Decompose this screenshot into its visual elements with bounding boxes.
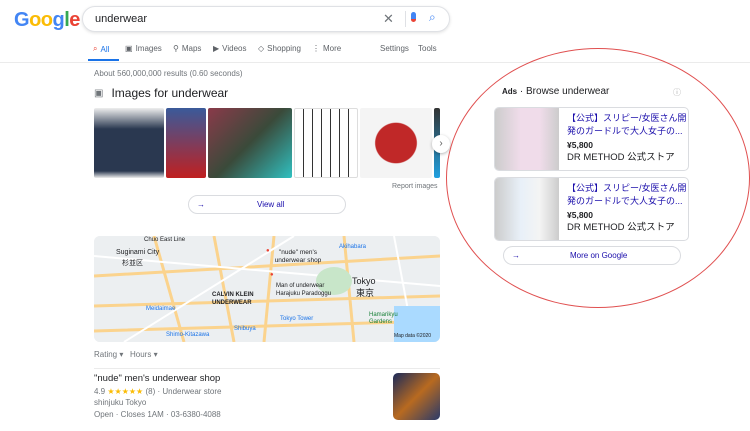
map-label: 東京	[356, 288, 375, 298]
tab-videos[interactable]: ▶ Videos	[213, 44, 246, 53]
search-box[interactable]: underwear ✕ ⌕	[82, 6, 450, 32]
tab-label: Shopping	[267, 44, 301, 53]
place-hours: Open · Closes 1AM · 03-6380-4088	[94, 409, 221, 419]
ads-heading: Ads · Browse underwear	[502, 86, 610, 97]
map[interactable]: Chuo East Line Suginami City 杉並区 "nude" …	[94, 236, 440, 342]
map-label: Shibuya	[234, 326, 256, 332]
place-category: Underwear store	[162, 386, 222, 396]
tab-label: All	[100, 44, 110, 54]
star-rating: ★★★★★	[107, 386, 144, 396]
more-label: More on Google	[570, 251, 628, 260]
tools-link[interactable]: Tools	[418, 44, 437, 53]
tab-more[interactable]: ⋮ More	[312, 44, 341, 53]
place-name[interactable]: "nude" men's underwear shop	[94, 373, 221, 385]
tag-icon: ◇	[258, 44, 265, 53]
map-label: Meidaimae	[146, 306, 176, 312]
search-input[interactable]: underwear	[95, 13, 147, 25]
image-strip	[94, 108, 440, 178]
divider	[94, 368, 440, 369]
product-price: ¥5,800	[567, 140, 593, 150]
product-image	[495, 108, 559, 170]
image-thumbnail[interactable]	[166, 108, 206, 178]
ad-card[interactable]: 【公式】スリピー/女医さん開発のガードルで大人女子の... ¥5,800 DR ME…	[494, 107, 689, 171]
pin-icon: ⚲	[173, 44, 179, 53]
images-heading: ▣ Images for underwear	[94, 86, 228, 100]
map-label: Chuo East Line	[144, 237, 186, 243]
tab-images[interactable]: ▣ Images	[125, 44, 162, 53]
map-pin-icon[interactable]: ●	[266, 248, 270, 254]
tab-label: Maps	[181, 44, 202, 53]
place-photo[interactable]	[393, 373, 440, 420]
map-label: 杉並区	[122, 260, 143, 267]
report-images-link[interactable]: Report images	[392, 183, 438, 190]
product-seller: DR METHOD 公式ストア	[567, 221, 675, 233]
image-thumbnail[interactable]	[294, 108, 358, 178]
search-icon[interactable]: ⌕	[429, 10, 436, 25]
map-label: Tokyo	[352, 276, 376, 286]
map-label: Akihabara	[339, 244, 367, 250]
play-icon: ▶	[213, 44, 220, 53]
clear-icon[interactable]: ✕	[383, 11, 394, 27]
map-label: Hamarikyu Gardens	[369, 312, 398, 325]
view-all-button[interactable]: → View all	[188, 195, 346, 214]
rating-value: 4.9	[94, 386, 106, 396]
ad-card[interactable]: 【公式】スリピー/女医さん開発のガードルで大人女子の... ¥5,800 DR ME…	[494, 177, 689, 241]
images-heading-text: Images for underwear	[111, 86, 229, 100]
next-arrow-icon[interactable]: ›	[432, 135, 450, 153]
view-all-label: View all	[257, 200, 285, 209]
image-thumbnail[interactable]	[360, 108, 432, 178]
ads-title: Browse underwear	[526, 86, 610, 97]
tab-maps[interactable]: ⚲ Maps	[173, 44, 201, 53]
image-thumbnail[interactable]	[94, 108, 164, 178]
active-tab-indicator	[88, 59, 119, 61]
settings-link[interactable]: Settings	[380, 44, 409, 53]
product-title[interactable]: 【公式】スリピー/女医さん開発のガードルで大人女子の...	[567, 182, 687, 207]
map-label: Suginami City	[116, 249, 160, 256]
map-label: Shimo-Kitazawa	[166, 332, 210, 338]
map-label[interactable]: CALVIN KLEIN UNDERWEAR	[212, 291, 272, 307]
product-seller: DR METHOD 公式ストア	[567, 151, 675, 163]
map-label[interactable]: "nude" men's underwear shop	[269, 249, 327, 265]
result-stats: About 560,000,000 results (0.60 seconds)	[94, 69, 243, 78]
search-icon: ⌕	[93, 44, 98, 53]
product-title[interactable]: 【公式】スリピー/女医さん開発のガードルで大人女子の...	[567, 112, 687, 137]
image-thumbnail[interactable]	[208, 108, 292, 178]
dots-icon: ⋮	[312, 44, 320, 53]
place-address: shinjuku Tokyo	[94, 398, 147, 407]
divider	[0, 62, 750, 63]
map-pin-icon[interactable]: ●	[270, 272, 274, 278]
mic-icon[interactable]	[411, 12, 416, 22]
filter-label: Hours	[130, 350, 152, 359]
google-logo[interactable]: Google	[14, 9, 80, 32]
tab-all[interactable]: ⌕ All	[93, 44, 109, 54]
arrow-right-icon: →	[512, 251, 520, 260]
product-image	[495, 178, 559, 240]
arrow-right-icon: →	[197, 200, 205, 209]
map-label: Tokyo Tower	[280, 316, 314, 322]
hours-filter[interactable]: Hours ▾	[130, 350, 158, 359]
tab-label: Images	[135, 44, 162, 53]
map-label[interactable]: Man of underwear Harajuku Paradoggu	[276, 282, 346, 298]
info-icon[interactable]: ⓘ	[673, 87, 681, 98]
caret-down-icon: ▾	[119, 350, 124, 359]
image-icon: ▣	[94, 87, 104, 99]
ads-label: Ads	[502, 87, 518, 96]
tab-label: More	[323, 44, 342, 53]
tab-shopping[interactable]: ◇ Shopping	[258, 44, 301, 53]
more-on-google-button[interactable]: → More on Google	[503, 246, 681, 265]
product-price: ¥5,800	[567, 210, 593, 220]
review-count: (8)	[145, 386, 156, 396]
tab-label: Videos	[222, 44, 247, 53]
rating-filter[interactable]: Rating ▾	[94, 350, 123, 359]
local-result[interactable]: "nude" men's underwear shop 4.9 ★★★★★ (8…	[94, 373, 221, 420]
divider	[405, 11, 406, 27]
map-credit: Map data ©2020	[394, 333, 432, 339]
filter-label: Rating	[94, 350, 118, 359]
image-icon: ▣	[125, 44, 133, 53]
caret-down-icon: ▾	[153, 350, 158, 359]
